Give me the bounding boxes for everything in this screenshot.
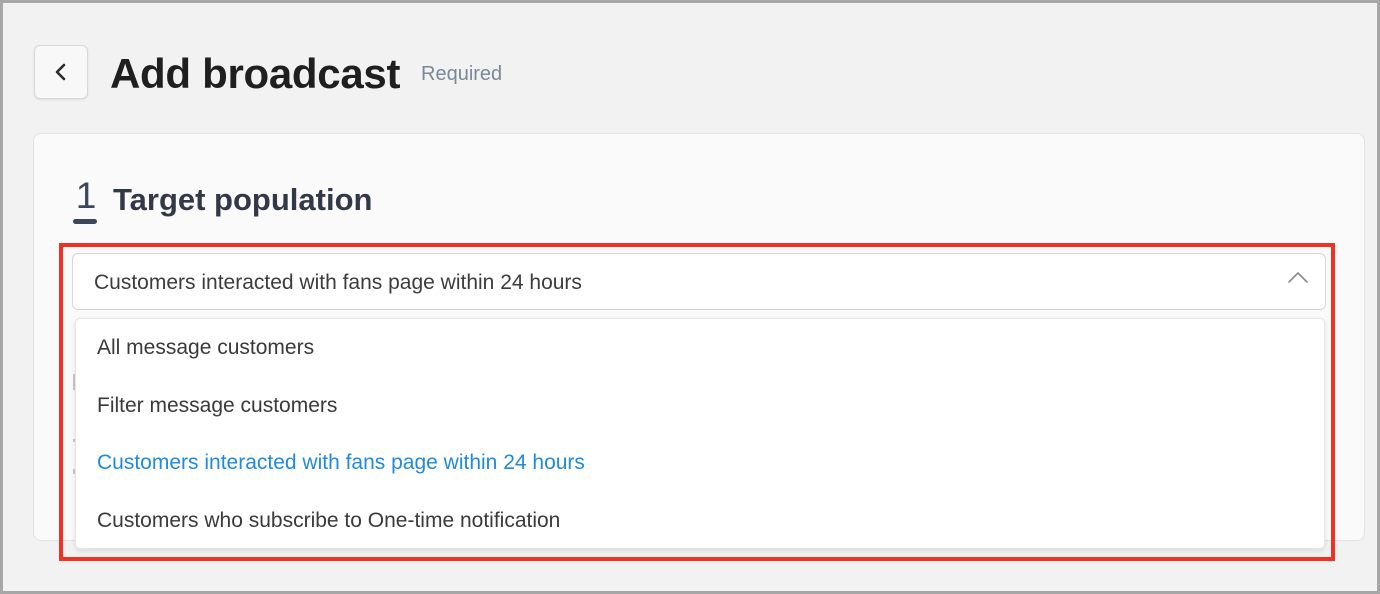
page-title: Add broadcast: [110, 50, 401, 97]
step-number-underline: [73, 219, 97, 224]
section-title: Target population: [113, 182, 373, 217]
back-button[interactable]: [34, 45, 88, 99]
step-number: 1: [75, 175, 97, 216]
dropdown-option-all-message-customers[interactable]: All message customers: [76, 319, 1324, 377]
app-window: Add broadcast Required 1 Target populati…: [0, 0, 1380, 594]
dropdown-option-filter-message-customers[interactable]: Filter message customers: [76, 377, 1324, 435]
chevron-up-icon[interactable]: [1287, 270, 1309, 284]
chevron-left-icon: [51, 62, 71, 82]
required-label: Required: [421, 63, 503, 85]
select-value: Customers interacted with fans page with…: [94, 271, 582, 294]
dropdown-option-one-time-notification-subscribers[interactable]: Customers who subscribe to One-time noti…: [76, 492, 1324, 550]
dropdown-option-interacted-within-24-hours[interactable]: Customers interacted with fans page with…: [76, 434, 1324, 492]
target-population-select[interactable]: Customers interacted with fans page with…: [72, 253, 1326, 310]
target-population-dropdown: All message customers Filter message cus…: [75, 318, 1325, 549]
